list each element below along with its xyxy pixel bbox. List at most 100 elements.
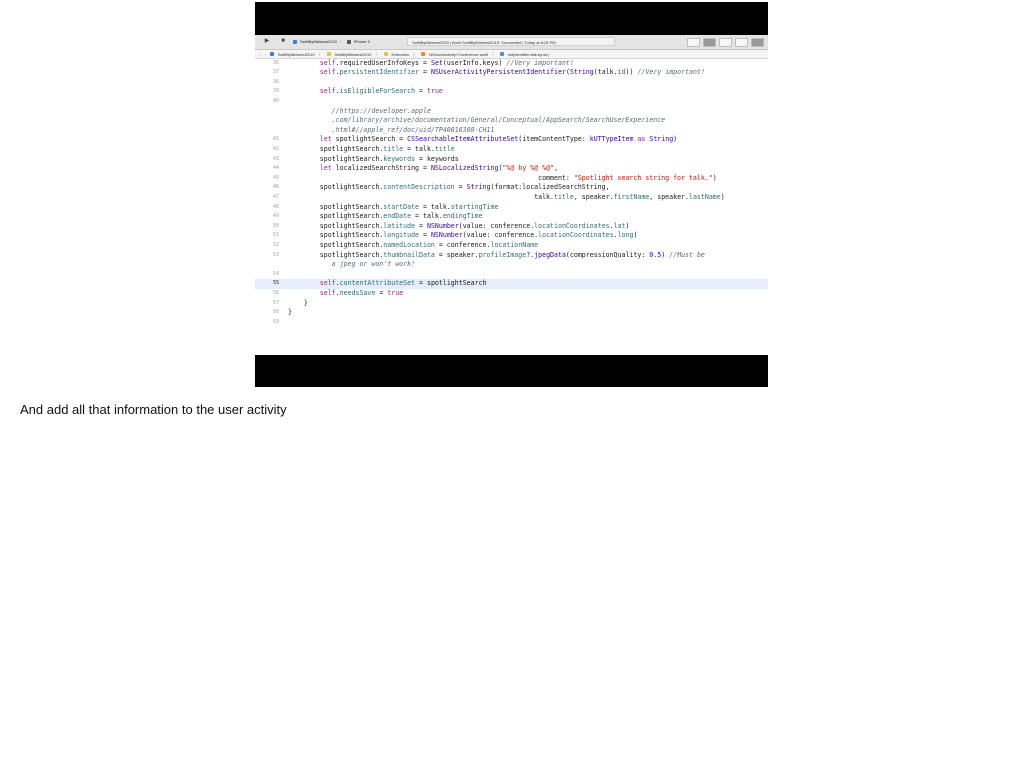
code-line[interactable]: 47 talk.title, speaker.firstName, speake… [255, 193, 768, 203]
jumpbar-item[interactable]: SwiftByMidwest2019 [278, 50, 315, 58]
folder-icon [326, 52, 331, 56]
code-line[interactable]: 45 comment: "Spotlight search string for… [255, 174, 768, 184]
code-line[interactable]: //https://developer.apple [255, 107, 768, 117]
line-number: 59 [272, 318, 279, 325]
line-number: 48 [272, 203, 279, 210]
code-text: spotlightSearch.startDate = talk.startin… [288, 202, 499, 211]
code-line[interactable]: 56 self.needsSave = true [255, 289, 768, 299]
line-number: 44 [272, 165, 279, 172]
activity-status: SwiftByMidwest2019 | Build SwiftByMidwes… [407, 37, 615, 46]
code-line[interactable]: 42 spotlightSearch.title = talk.title [255, 145, 768, 155]
code-line[interactable]: 48 spotlightSearch.startDate = talk.star… [255, 203, 768, 213]
slide-caption: And add all that information to the user… [20, 402, 287, 417]
code-line[interactable]: 43 spotlightSearch.keywords = keywords [255, 155, 768, 165]
code-text: spotlightSearch.title = talk.title [288, 144, 455, 153]
code-text: //https://developer.apple [331, 106, 431, 115]
code-line[interactable]: 41 let spotlightSearch = CSSearchableIte… [255, 135, 768, 145]
source-editor[interactable]: 36 self.requiredUserInfoKeys = Set(userI… [255, 59, 768, 355]
run-button[interactable]: ▶ [263, 38, 271, 45]
swift-file-icon [421, 52, 426, 56]
line-number: 42 [272, 145, 279, 152]
code-line[interactable]: 39 self.isEligibleForSearch = true [255, 87, 768, 97]
play-icon: ▶ [264, 38, 270, 44]
line-number: 36 [272, 59, 279, 66]
code-line[interactable]: .com/library/archive/documentation/Gener… [255, 116, 768, 126]
code-text: spotlightSearch.latitude = NSNumber(valu… [288, 221, 630, 230]
code-line[interactable]: 51 spotlightSearch.longitude = NSNumber(… [255, 231, 768, 241]
scheme-target: SwiftByMidwest2019 [300, 39, 337, 44]
code-line[interactable]: .html#//apple_ref/doc/uid/TP40016308-CH1… [255, 126, 768, 136]
xcode-window: ▶ ■ SwiftByMidwest2019 〉 iPhone X SwiftB… [255, 35, 768, 355]
code-text: let spotlightSearch = CSSearchableItemAt… [319, 135, 678, 144]
code-line[interactable]: 53 spotlightSearch.thumbnailData = speak… [255, 251, 768, 261]
navigator-toggle-button[interactable] [735, 38, 748, 47]
code-text: a jpeg or won't work! [331, 260, 416, 269]
code-line[interactable]: 55 self.contentAttributeSet = spotlightS… [255, 279, 768, 289]
code-line[interactable]: 54 [255, 270, 768, 280]
code-text: spotlightSearch.keywords = keywords [288, 154, 459, 163]
toolbar-right-group [687, 38, 764, 47]
code-line[interactable]: a jpeg or won't work! [255, 260, 768, 270]
code-text: let localizedSearchString = NSLocalizedS… [319, 164, 559, 173]
line-number: 40 [272, 97, 279, 104]
line-number: 57 [272, 299, 279, 306]
code-line[interactable]: 57 } [255, 299, 768, 309]
project-icon [269, 52, 274, 56]
code-line[interactable]: 52 spotlightSearch.namedLocation = confe… [255, 241, 768, 251]
code-line[interactable]: 50 spotlightSearch.latitude = NSNumber(v… [255, 222, 768, 232]
line-number: 38 [272, 78, 279, 85]
code-line[interactable]: 40 [255, 97, 768, 107]
back-icon[interactable]: ‹ [259, 50, 260, 58]
line-number: 50 [272, 222, 279, 229]
version-editor-button[interactable] [719, 38, 732, 47]
line-number: 56 [272, 289, 279, 296]
line-number: 54 [272, 270, 279, 277]
line-number: 55 [272, 280, 279, 287]
standard-editor-button[interactable] [703, 38, 716, 47]
line-number: 53 [272, 251, 279, 258]
device-icon [346, 40, 351, 44]
code-text: spotlightSearch.namedLocation = conferen… [288, 240, 539, 249]
jumpbar-item[interactable]: Extension [392, 50, 410, 58]
line-number: 46 [272, 184, 279, 191]
code-text: spotlightSearch.thumbnailData = speaker.… [288, 250, 705, 259]
jumpbar-item[interactable]: NSUserActivity+Conference.swift [429, 50, 488, 58]
code-text: spotlightSearch.endDate = talk.endingTim… [288, 212, 483, 221]
code-text: spotlightSearch.contentDescription = Str… [288, 183, 610, 192]
line-number: 41 [272, 136, 279, 143]
xcode-toolbar: ▶ ■ SwiftByMidwest2019 〉 iPhone X SwiftB… [255, 35, 768, 50]
line-number: 39 [272, 88, 279, 95]
code-line[interactable]: 49 spotlightSearch.endDate = talk.ending… [255, 212, 768, 222]
jumpbar-item[interactable]: SwiftByMidwest2019 [335, 50, 372, 58]
code-line[interactable]: 37 self.persistentIdentifier = NSUserAct… [255, 68, 768, 78]
screenshot-frame: ▶ ■ SwiftByMidwest2019 〉 iPhone X SwiftB… [255, 2, 768, 387]
code-text: spotlightSearch.longitude = NSNumber(val… [288, 231, 638, 240]
app-icon [293, 40, 297, 44]
scheme-device: iPhone X [353, 39, 371, 44]
inspector-toggle-button[interactable] [751, 38, 764, 47]
line-number: 51 [272, 232, 279, 239]
scheme-selector[interactable]: SwiftByMidwest2019 〉 iPhone X [293, 38, 370, 46]
jumpbar-item[interactable]: init(identifier:talk:by:at:) [508, 50, 549, 58]
code-text: self.requiredUserInfoKeys = Set(userInfo… [319, 58, 574, 67]
code-text: self.isEligibleForSearch = true [319, 87, 443, 96]
line-number: 52 [272, 241, 279, 248]
line-number: 45 [272, 174, 279, 181]
library-button[interactable] [687, 38, 700, 47]
code-text: .com/library/archive/documentation/Gener… [331, 116, 666, 125]
code-line[interactable]: 36 self.requiredUserInfoKeys = Set(userI… [255, 59, 768, 69]
method-icon [499, 52, 504, 56]
line-number: 43 [272, 155, 279, 162]
code-text: } [288, 298, 308, 307]
code-line[interactable]: 59 [255, 318, 768, 328]
code-line[interactable]: 58} [255, 308, 768, 318]
line-number: 49 [272, 213, 279, 220]
stop-button[interactable]: ■ [279, 38, 287, 45]
code-line[interactable]: 38 [255, 78, 768, 88]
forward-icon[interactable]: › [264, 50, 265, 58]
code-line[interactable]: 46 spotlightSearch.contentDescription = … [255, 183, 768, 193]
code-line[interactable]: 44 let localizedSearchString = NSLocaliz… [255, 164, 768, 174]
line-number: 37 [272, 69, 279, 76]
code-text: self.contentAttributeSet = spotlightSear… [319, 279, 487, 288]
stop-icon: ■ [281, 38, 285, 44]
